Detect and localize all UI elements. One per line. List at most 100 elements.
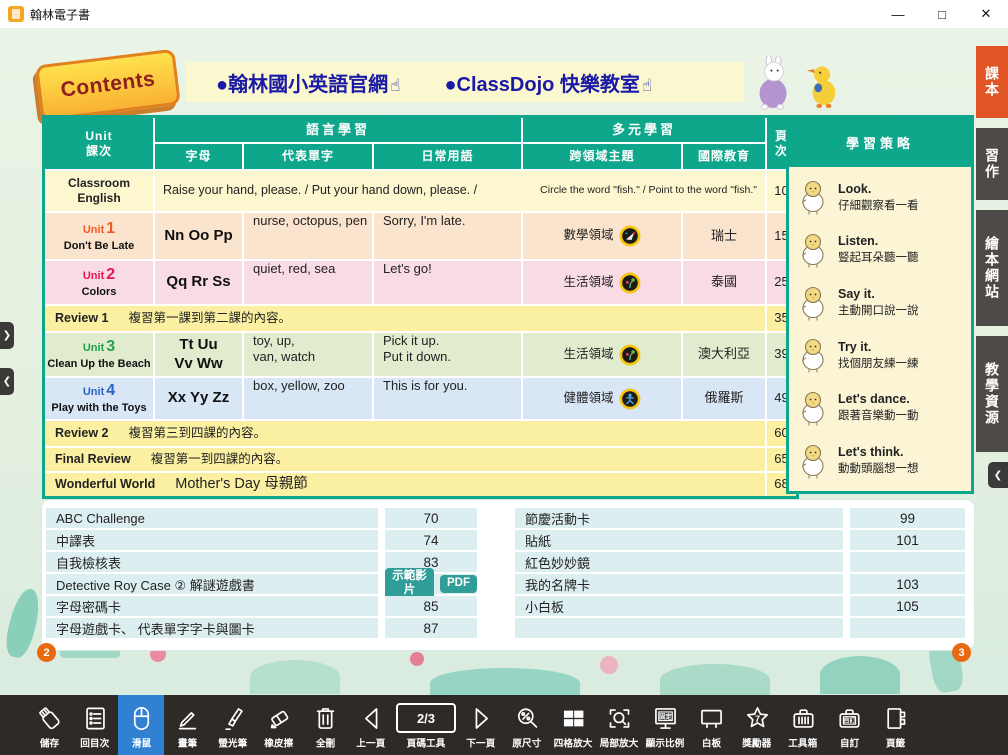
- toolbar-label: 原尺寸: [513, 737, 542, 751]
- strategies-header: 學習策略: [789, 118, 971, 167]
- review-row-cell: Wonderful WorldMother's Day 母親節: [45, 473, 765, 496]
- toolbar-pen-button[interactable]: 畫筆: [164, 695, 210, 755]
- appendix-right-page: 101: [850, 530, 965, 550]
- toolbar-save-button[interactable]: 儲存: [26, 695, 72, 755]
- cross-domain-cell: 生活領域: [523, 333, 681, 376]
- strategy-dance-icon: [795, 389, 831, 427]
- decoration: [250, 660, 340, 694]
- toolbar-mouse-button[interactable]: 滑鼠: [118, 695, 164, 755]
- toolbar-trash-button[interactable]: 全刪: [302, 695, 348, 755]
- cross-domain-cell: 健體領域: [523, 378, 681, 419]
- toolbar-prev-page-button[interactable]: 上一頁: [348, 695, 394, 755]
- appendix-left-page: 示範影片PDF: [385, 574, 477, 594]
- strategies-list: Look.仔細觀察看一看Listen.豎起耳朵聽一聽Say it.主動開口說一說…: [789, 167, 971, 491]
- strategy-item: Let's dance.跟著音樂動一動: [795, 389, 965, 427]
- strategy-try-icon: [795, 336, 831, 374]
- domain-label: 健體領域: [563, 391, 613, 407]
- health-badge-icon: [619, 388, 641, 410]
- prev-page-icon: [358, 702, 385, 734]
- appendix-right-label: 貼紙: [515, 530, 843, 550]
- review-row-cell: Review 2複習第三到四課的內容。: [45, 421, 765, 446]
- rabbit-mascot-icon: [752, 56, 794, 110]
- page-marker-right: 3: [952, 643, 971, 662]
- svg-text:7: 7: [754, 714, 759, 724]
- minimize-button[interactable]: —: [876, 1, 920, 28]
- decoration: [600, 656, 618, 674]
- toolbar-highlighter-button[interactable]: 螢光筆: [210, 695, 256, 755]
- appendix-left-label: ABC Challenge: [46, 508, 378, 528]
- strategy-en-text: Try it.: [838, 340, 919, 354]
- toolbar-custom-toolbox-button[interactable]: 自訂自訂: [826, 695, 872, 755]
- header-multi-learning: 多元學習: [523, 118, 765, 142]
- whiteboard-icon: [698, 702, 725, 734]
- appendix-left-page: 74: [385, 530, 477, 550]
- contents-badge-label: Contents: [59, 67, 156, 102]
- country-cell: 泰國: [683, 261, 765, 304]
- tab-workbook[interactable]: 習作: [976, 128, 1008, 200]
- pointer-hand-icon: ☝: [390, 76, 400, 95]
- appendix-right-page: 99: [850, 508, 965, 528]
- next-page-icon: [468, 702, 495, 734]
- appendix-row: ABC Challenge70節慶活動卡99: [42, 508, 974, 528]
- svg-text:自訂: 自訂: [843, 716, 855, 724]
- right-panel-collapse-toggle[interactable]: ❮: [988, 462, 1008, 488]
- pen-icon: [174, 702, 201, 734]
- toolbar-toc-button[interactable]: 回目次: [72, 695, 118, 755]
- appendix-left-page: 85: [385, 596, 477, 616]
- letters-cell: Xx Yy Zz: [155, 378, 242, 419]
- maximize-button[interactable]: □: [920, 1, 964, 28]
- phrase-cell: This is for you.: [374, 378, 521, 419]
- appendix-right-label: 我的名牌卡: [515, 574, 843, 594]
- toolbar-label: 自訂: [839, 737, 858, 751]
- letters-cell: Qq Rr Ss: [155, 261, 242, 304]
- appendix-left-label: 中譯表: [46, 530, 378, 550]
- unit-label-cell: Unit1Don't Be Late: [45, 213, 153, 259]
- toolbar-toolbox-button[interactable]: 工具箱: [780, 695, 826, 755]
- toolbar-page-indicator-box-button[interactable]: 2/3頁碼工具: [394, 695, 458, 755]
- link-hanlin-english-site[interactable]: ●翰林國小英語官網☝: [216, 68, 400, 97]
- unit-label-cell: ClassroomEnglish: [45, 171, 153, 211]
- unit-label-cell: Unit4Play with the Toys: [45, 378, 153, 419]
- tab-textbook[interactable]: 課本: [976, 46, 1008, 118]
- unit-label-cell: Unit2Colors: [45, 261, 153, 304]
- close-button[interactable]: ✕: [964, 1, 1008, 28]
- review-row-cell: Review 1複習第一課到第二課的內容。: [45, 306, 765, 331]
- toolbar-area-zoom-button[interactable]: 局部放大: [596, 695, 642, 755]
- toolbar-next-page-button[interactable]: 下一頁: [458, 695, 504, 755]
- titlebar: 翰林電子書 — □ ✕: [0, 0, 1008, 29]
- left-panel-expand-toggle[interactable]: ❯: [0, 322, 14, 349]
- window-title: 翰林電子書: [30, 6, 90, 23]
- link-classdojo[interactable]: ●ClassDojo 快樂教室☝: [444, 68, 652, 97]
- toolbar-page-tab-button[interactable]: 頁籤: [872, 695, 918, 755]
- strategy-item: Say it.主動開口說一說: [795, 284, 965, 322]
- country-cell: 俄羅斯: [683, 378, 765, 419]
- appendix-right-label: 節慶活動卡: [515, 508, 843, 528]
- decoration: [410, 652, 424, 666]
- toolbar-eraser-button[interactable]: 橡皮擦: [256, 695, 302, 755]
- page-marker-left: 2: [37, 643, 56, 662]
- toolbar-whiteboard-button[interactable]: 白板: [688, 695, 734, 755]
- unit-label-cell: Unit3Clean Up the Beach: [45, 333, 153, 376]
- toolbar-zoom-percent-button[interactable]: 原尺寸: [504, 695, 550, 755]
- toolbar-label: 畫筆: [177, 737, 196, 751]
- zoom-percent-icon: [514, 702, 541, 734]
- toolbar-label: 橡皮擦: [265, 737, 294, 751]
- toolbar-label: 全刪: [315, 737, 334, 751]
- toolbar-reward-star-button[interactable]: 7獎勵器: [734, 695, 780, 755]
- tab-teaching-resources[interactable]: 教學資源: [976, 336, 1008, 452]
- words-cell: quiet, red, sea: [244, 261, 372, 304]
- strategy-item: Try it.找個朋友練一練: [795, 336, 965, 374]
- pdf-button[interactable]: PDF: [440, 575, 477, 593]
- toolbar-four-grid-button[interactable]: 四格放大: [550, 695, 596, 755]
- tab-picture-book-site[interactable]: 繪本網站: [976, 210, 1008, 326]
- left-panel-collapse-toggle[interactable]: ❮: [0, 368, 14, 395]
- mouse-icon: [128, 702, 155, 734]
- appendix-right-page: 105: [850, 596, 965, 616]
- letters-cell: Nn Oo Pp: [155, 213, 242, 259]
- toolbar-display-ratio-button[interactable]: 固定顯示比例: [642, 695, 688, 755]
- appendix-right-label: 紅色妙妙鏡: [515, 552, 843, 572]
- page-indicator-box[interactable]: 2/3: [396, 703, 456, 733]
- pointer-hand-icon: ☝: [642, 76, 652, 95]
- toolbar-label: 四格放大: [554, 737, 593, 751]
- header-sub-3: 跨領域主題: [523, 144, 681, 169]
